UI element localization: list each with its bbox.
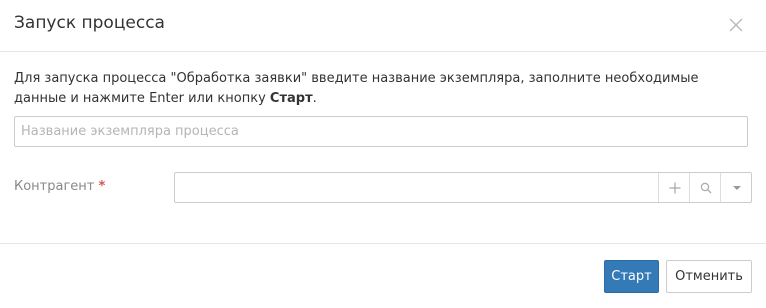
description-end: . xyxy=(312,91,317,106)
contractor-label: Контрагент * xyxy=(14,179,105,194)
search-icon[interactable] xyxy=(689,173,721,202)
start-button[interactable]: Старт xyxy=(604,260,659,293)
contractor-input[interactable] xyxy=(175,173,658,202)
required-mark: * xyxy=(98,179,106,194)
close-icon[interactable] xyxy=(728,17,744,33)
description-text: Для запуска процесса "Обработка заявки" … xyxy=(14,71,699,106)
description-button-ref: Старт xyxy=(269,91,313,106)
cancel-button[interactable]: Отменить xyxy=(666,260,752,293)
dialog-description: Для запуска процесса "Обработка заявки" … xyxy=(14,69,754,109)
plus-icon[interactable] xyxy=(658,173,690,202)
instance-name-input[interactable] xyxy=(14,116,748,147)
footer-divider xyxy=(0,243,766,244)
dialog-header: Запуск процесса xyxy=(0,0,766,52)
contractor-lookup xyxy=(174,172,752,203)
dialog-title: Запуск процесса xyxy=(14,13,165,33)
caret-down-icon[interactable] xyxy=(720,173,752,202)
contractor-label-text: Контрагент xyxy=(14,179,95,194)
start-process-dialog: Запуск процесса Для запуска процесса "Об… xyxy=(0,0,766,308)
